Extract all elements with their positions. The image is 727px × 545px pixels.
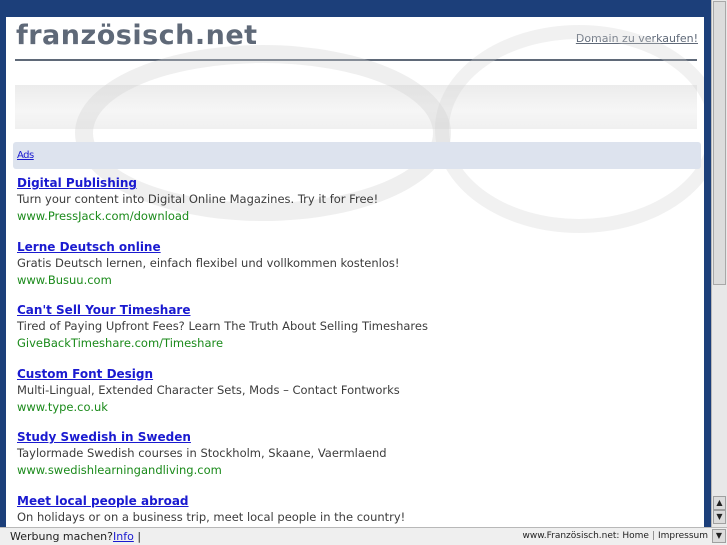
status-right: www.Französisch.net: Home | Impressum: [522, 531, 708, 541]
ad-title-link[interactable]: Can't Sell Your Timeshare: [17, 302, 697, 318]
ad-url-link[interactable]: www.swedishlearningandliving.com: [17, 462, 697, 478]
ad-item: Can't Sell Your Timeshare Tired of Payin…: [17, 302, 697, 366]
scroll-up-icon[interactable]: ▲: [713, 496, 726, 510]
ad-title-link[interactable]: Custom Font Design: [17, 366, 697, 382]
site-label: www.Französisch.net:: [522, 531, 620, 541]
ad-item: Lerne Deutsch online Gratis Deutsch lern…: [17, 239, 697, 303]
ad-item: Meet local people abroad On holidays or …: [17, 493, 697, 528]
ad-description: Tired of Paying Upfront Fees? Learn The …: [17, 319, 428, 333]
ad-list: Digital Publishing Turn your content int…: [17, 175, 697, 527]
browser-viewport: französisch.net Domain zu verkaufen! Ads…: [0, 0, 710, 527]
ad-title-link[interactable]: Digital Publishing: [17, 175, 697, 191]
ad-description: On holidays or on a business trip, meet …: [17, 509, 406, 524]
ad-url-link[interactable]: www.type.co.uk: [17, 399, 697, 415]
advertise-text: Werbung machen?: [10, 530, 113, 543]
decorative-banner: [15, 25, 704, 233]
ads-bar: Ads: [13, 142, 701, 169]
scroll-down-icon[interactable]: ▼: [712, 529, 726, 543]
ad-description: Taylormade Swedish courses in Stockholm,…: [17, 446, 387, 460]
ad-item: Study Swedish in Sweden Taylormade Swedi…: [17, 429, 697, 493]
bottom-bar: Werbung machen?Info | www.Französisch.ne…: [0, 527, 727, 545]
ad-title-link[interactable]: Study Swedish in Sweden: [17, 429, 697, 445]
ad-item: Custom Font Design Multi-Lingual, Extend…: [17, 366, 697, 430]
ad-title-link[interactable]: Lerne Deutsch online: [17, 239, 697, 255]
ad-description: Gratis Deutsch lernen, einfach flexibel …: [17, 255, 400, 270]
ad-description: Multi-Lingual, Extended Character Sets, …: [17, 382, 400, 397]
scrollbar-thumb[interactable]: [713, 1, 726, 285]
vertical-scrollbar[interactable]: ▲ ▼: [711, 0, 727, 527]
ad-url-link[interactable]: www.Busuu.com: [17, 272, 697, 288]
impressum-link[interactable]: Impressum: [658, 531, 708, 541]
ad-item: Digital Publishing Turn your content int…: [17, 175, 697, 239]
text-cursor: |: [137, 530, 142, 543]
status-left: Werbung machen?Info |: [10, 530, 141, 543]
ads-link[interactable]: Ads: [17, 150, 34, 161]
ad-title-link[interactable]: Meet local people abroad: [17, 493, 697, 509]
ad-url-link[interactable]: GiveBackTimeshare.com/Timeshare: [17, 335, 697, 351]
ad-url-link[interactable]: www.PressJack.com/download: [17, 208, 697, 224]
home-link[interactable]: Home: [622, 531, 649, 541]
ad-description: Turn your content into Digital Online Ma…: [17, 192, 379, 206]
info-link[interactable]: Info: [113, 530, 134, 543]
page-content: französisch.net Domain zu verkaufen! Ads…: [6, 17, 704, 527]
scroll-down-icon[interactable]: ▼: [713, 510, 726, 524]
